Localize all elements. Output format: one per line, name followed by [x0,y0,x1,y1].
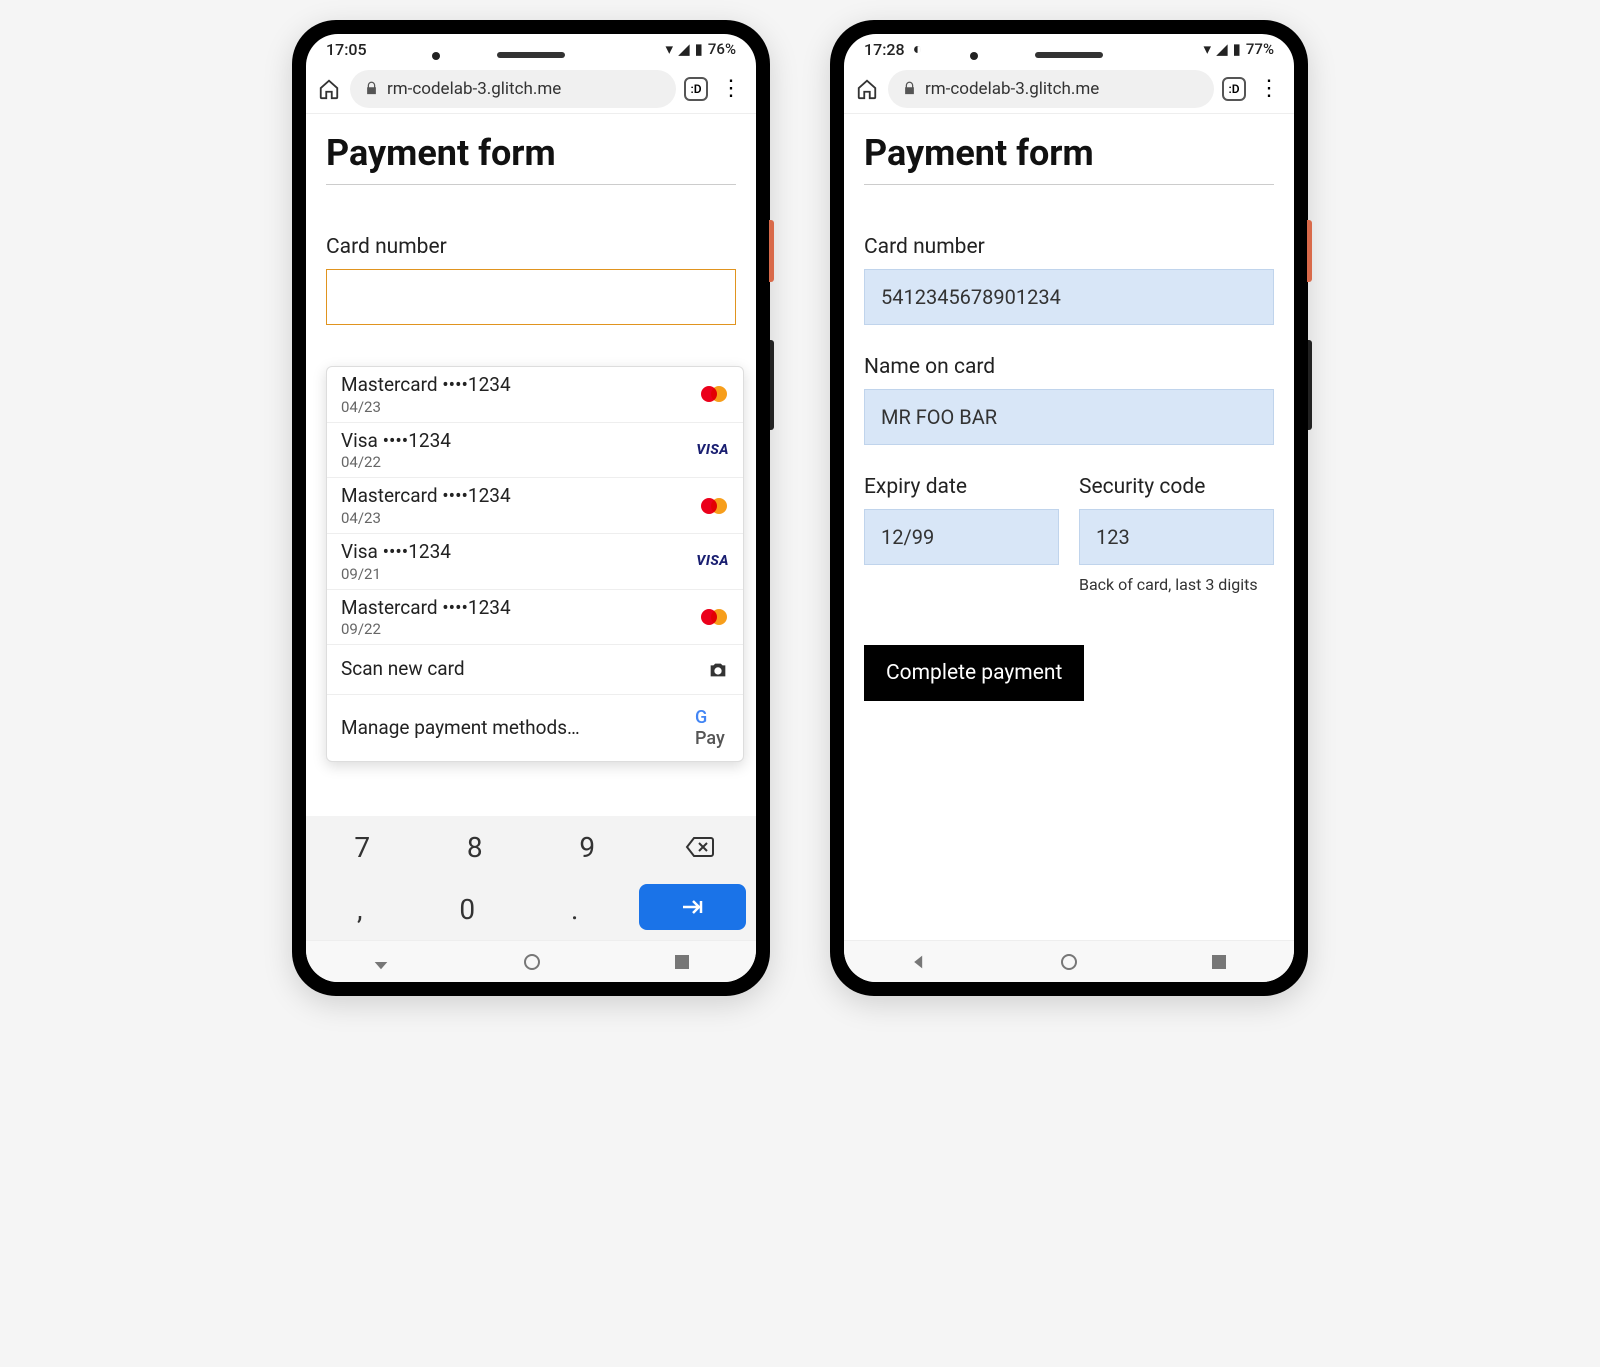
phone-right: 17:28 ◐ ▾ ◢ ▮ 77% rm-codelab-3.glitch.me… [830,20,1308,996]
numeric-keypad: 7 8 9 , 0 . [306,816,756,940]
nav-bar [306,940,756,982]
mastercard-icon [695,496,729,516]
lock-icon [902,81,917,96]
card-number-label: Card number [326,235,736,259]
url-text: rm-codelab-3.glitch.me [925,79,1099,99]
address-bar[interactable]: rm-codelab-3.glitch.me [350,70,676,108]
scan-new-card[interactable]: Scan new card [327,645,743,695]
key-enter[interactable] [639,884,747,930]
autofill-card-0[interactable]: Mastercard ••••1234 04/23 [327,367,743,423]
cvc-input[interactable]: 123 [1079,509,1274,565]
key-backspace[interactable] [644,816,757,878]
nav-bar [844,940,1294,982]
expiry-label: Expiry date [864,475,1059,499]
mastercard-icon [695,607,729,627]
autofill-card-3[interactable]: Visa ••••1234 09/21 VISA [327,534,743,590]
url-text: rm-codelab-3.glitch.me [387,79,561,99]
card-number-input[interactable] [326,269,736,325]
submit-button[interactable]: Complete payment [864,645,1084,701]
power-button [769,220,774,282]
cvc-label: Security code [1079,475,1274,499]
menu-icon[interactable]: ⋮ [1254,76,1284,101]
nav-back-icon[interactable] [372,953,390,971]
data-saver-icon: ◐ [913,39,923,59]
status-bar: 17:28 ◐ ▾ ◢ ▮ 77% [844,34,1294,64]
volume-button [1308,340,1312,430]
page-title: Payment form [864,132,1274,185]
nav-recent-icon[interactable] [1211,954,1227,970]
signal-icon: ◢ [678,40,690,58]
card-number-label: Card number [864,235,1274,259]
camera-icon [695,659,729,681]
visa-icon: VISA [695,553,729,569]
battery-text: 77% [1246,40,1274,58]
phone-left: 17:05 ▾ ◢ ▮ 76% rm-codelab-3.glitch.me :… [292,20,770,996]
wifi-icon: ▾ [1204,40,1212,58]
menu-icon[interactable]: ⋮ [716,76,746,101]
visa-icon: VISA [695,442,729,458]
key-comma[interactable]: , [306,878,414,940]
key-period[interactable]: . [521,878,629,940]
cvc-hint: Back of card, last 3 digits [1079,575,1274,594]
autofill-card-1[interactable]: Visa ••••1234 04/22 VISA [327,423,743,479]
nav-home-icon[interactable] [1060,953,1078,971]
clock: 17:28 [864,40,905,59]
home-icon[interactable] [854,76,880,102]
status-bar: 17:05 ▾ ◢ ▮ 76% [306,34,756,64]
lock-icon [364,81,379,96]
address-bar[interactable]: rm-codelab-3.glitch.me [888,70,1214,108]
battery-icon: ▮ [695,40,703,58]
page-title: Payment form [326,132,736,185]
home-icon[interactable] [316,76,342,102]
card-number-input[interactable]: 5412345678901234 [864,269,1274,325]
autofill-card-4[interactable]: Mastercard ••••1234 09/22 [327,590,743,646]
nav-home-icon[interactable] [523,953,541,971]
clock: 17:05 [326,40,367,59]
gpay-icon: G Pay [695,707,729,749]
power-button [1307,220,1312,282]
nav-recent-icon[interactable] [674,954,690,970]
battery-text: 76% [708,40,736,58]
browser-bar: rm-codelab-3.glitch.me :D ⋮ [844,64,1294,114]
mastercard-icon [695,384,729,404]
autofill-dropdown: Mastercard ••••1234 04/23 Visa ••••1234 … [326,366,744,762]
name-input[interactable]: MR FOO BAR [864,389,1274,445]
autofill-card-2[interactable]: Mastercard ••••1234 04/23 [327,478,743,534]
wifi-icon: ▾ [666,40,674,58]
battery-icon: ▮ [1233,40,1241,58]
tabs-badge[interactable]: :D [1222,77,1246,101]
nav-back-icon[interactable] [911,954,927,970]
browser-bar: rm-codelab-3.glitch.me :D ⋮ [306,64,756,114]
volume-button [770,340,774,430]
expiry-input[interactable]: 12/99 [864,509,1059,565]
tabs-badge[interactable]: :D [684,77,708,101]
signal-icon: ◢ [1216,40,1228,58]
key-0[interactable]: 0 [414,878,522,940]
key-9[interactable]: 9 [531,816,644,878]
key-8[interactable]: 8 [419,816,532,878]
manage-payment-methods[interactable]: Manage payment methods… G Pay [327,695,743,761]
key-7[interactable]: 7 [306,816,419,878]
name-label: Name on card [864,355,1274,379]
